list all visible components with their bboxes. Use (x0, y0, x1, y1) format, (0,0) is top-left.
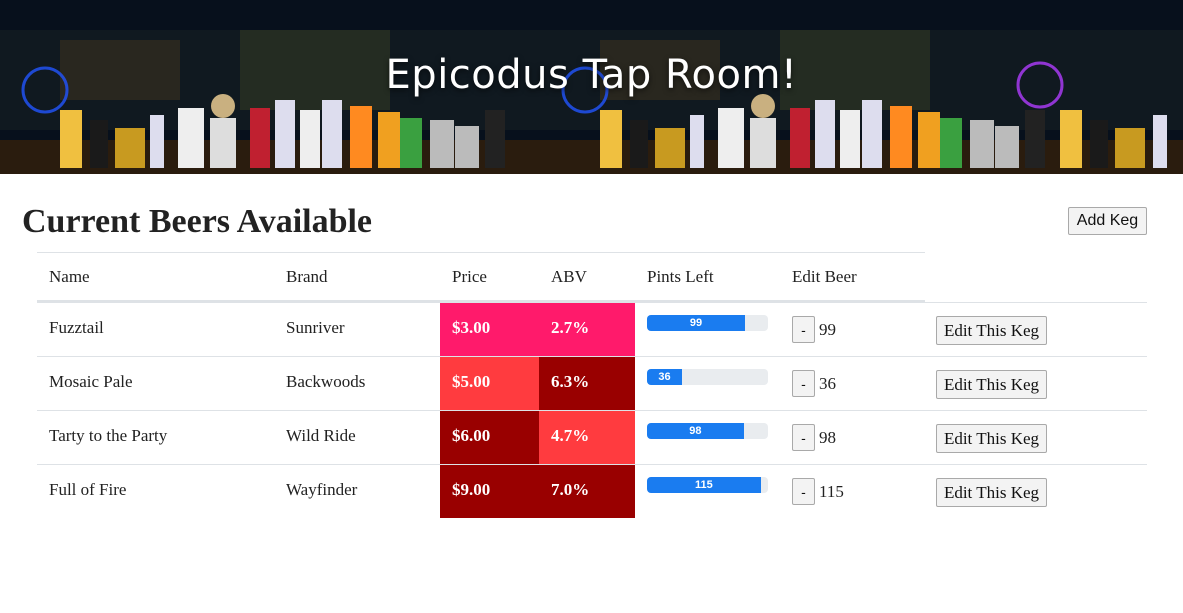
column-header-abv: ABV (551, 267, 587, 286)
price-cell: $9.00 (440, 465, 539, 518)
price-cell: $6.00 (440, 411, 539, 464)
price-cell: $3.00 (440, 303, 539, 356)
edit-keg-button[interactable]: Edit This Keg (936, 316, 1047, 345)
pints-left-progress: 99 (647, 315, 768, 331)
table-header-row: Name Brand Price ABV Pints Left Edit Bee… (37, 252, 925, 302)
beer-brand-cell: Sunriver (286, 318, 345, 337)
edit-keg-button[interactable]: Edit This Keg (936, 370, 1047, 399)
page-title: Epicodus Tap Room! (385, 52, 798, 98)
table-row: Full of Fire Wayfinder $9.00 7.0% 115 - … (37, 464, 1147, 518)
pints-left-progress-fill: 98 (647, 423, 744, 439)
hero-banner: Epicodus Tap Room! (0, 0, 1183, 174)
pints-left-progress: 36 (647, 369, 768, 385)
table-row: Tarty to the Party Wild Ride $6.00 4.7% … (37, 410, 1147, 464)
pints-left-progress-fill: 115 (647, 477, 761, 493)
add-keg-button[interactable]: Add Keg (1068, 207, 1147, 235)
beer-name-cell: Full of Fire (49, 480, 127, 499)
pints-left-progress: 98 (647, 423, 768, 439)
pints-left-progress-fill: 36 (647, 369, 683, 385)
pints-left-count: 36 (819, 374, 836, 393)
price-cell: $5.00 (440, 357, 539, 410)
beer-brand-cell: Wayfinder (286, 480, 358, 499)
abv-cell: 4.7% (539, 411, 635, 464)
pints-left-count: 115 (819, 482, 844, 501)
decrement-pint-button[interactable]: - (792, 316, 815, 343)
decrement-pint-button[interactable]: - (792, 478, 815, 505)
column-header-brand: Brand (286, 267, 328, 286)
abv-cell: 7.0% (539, 465, 635, 518)
beer-name-cell: Mosaic Pale (49, 372, 133, 391)
beer-brand-cell: Wild Ride (286, 426, 356, 445)
beer-name-cell: Fuzztail (49, 318, 104, 337)
beer-table: Name Brand Price ABV Pints Left Edit Bee… (37, 252, 1147, 518)
column-header-name: Name (49, 267, 90, 286)
edit-keg-button[interactable]: Edit This Keg (936, 424, 1047, 453)
abv-cell: 2.7% (539, 303, 635, 356)
column-header-pints-left: Pints Left (647, 267, 714, 286)
beer-brand-cell: Backwoods (286, 372, 366, 391)
edit-keg-button[interactable]: Edit This Keg (936, 478, 1047, 507)
pints-left-count: 98 (819, 428, 836, 447)
pints-left-progress: 115 (647, 477, 768, 493)
decrement-pint-button[interactable]: - (792, 424, 815, 451)
column-header-edit-beer: Edit Beer (792, 267, 857, 286)
table-row: Mosaic Pale Backwoods $5.00 6.3% 36 - 36… (37, 356, 1147, 410)
table-row: Fuzztail Sunriver $3.00 2.7% 99 - 99 Edi… (37, 302, 1147, 356)
section-title: Current Beers Available (22, 203, 373, 240)
decrement-pint-button[interactable]: - (792, 370, 815, 397)
beer-name-cell: Tarty to the Party (49, 426, 168, 445)
pints-left-progress-fill: 99 (647, 315, 745, 331)
column-header-price: Price (452, 267, 487, 286)
abv-cell: 6.3% (539, 357, 635, 410)
pints-left-count: 99 (819, 320, 836, 339)
